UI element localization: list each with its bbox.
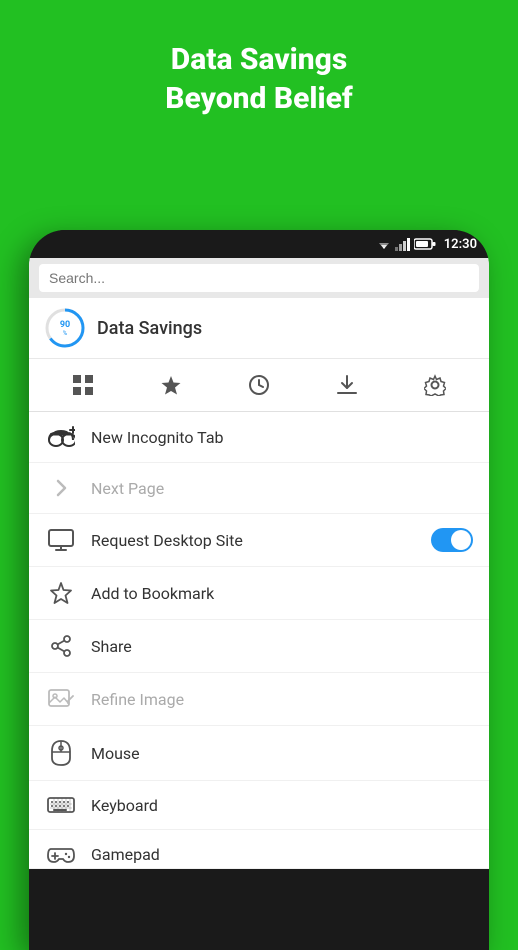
- star-icon: [160, 374, 182, 396]
- svg-text:%: %: [63, 330, 68, 337]
- header-title-line1: Data Savings: [171, 42, 347, 77]
- grid-icon-button[interactable]: [65, 367, 101, 403]
- share-icon: [45, 634, 77, 658]
- menu-item-next-page[interactable]: Next Page: [29, 463, 489, 514]
- request-desktop-site-label: Request Desktop Site: [91, 531, 431, 550]
- clock-icon: [248, 374, 270, 396]
- desktop-icon: [45, 529, 77, 551]
- menu-item-request-desktop-site[interactable]: Request Desktop Site: [29, 514, 489, 567]
- settings-icon-button[interactable]: [417, 367, 453, 403]
- gamepad-label: Gamepad: [91, 845, 473, 864]
- search-bar-row: [29, 258, 489, 298]
- incognito-icon: [45, 426, 77, 448]
- chevron-right-icon: [45, 477, 77, 499]
- download-icon: [336, 374, 358, 396]
- menu-item-share[interactable]: Share: [29, 620, 489, 673]
- download-icon-button[interactable]: [329, 367, 365, 403]
- gear-icon: [424, 374, 446, 396]
- signal-icon: [395, 237, 411, 251]
- search-input[interactable]: [39, 264, 479, 292]
- status-icons: [376, 237, 436, 251]
- menu-item-new-incognito-tab[interactable]: New Incognito Tab: [29, 412, 489, 463]
- data-savings-header: 90 % Data Savings: [29, 298, 489, 359]
- keyboard-label: Keyboard: [91, 796, 473, 815]
- battery-icon: [414, 237, 436, 251]
- keyboard-icon: [45, 795, 77, 815]
- svg-text:90: 90: [60, 320, 70, 330]
- history-icon-button[interactable]: [241, 367, 277, 403]
- request-desktop-toggle[interactable]: [431, 528, 473, 552]
- savings-badge: 90 %: [43, 306, 87, 350]
- menu-item-mouse[interactable]: Mouse: [29, 726, 489, 781]
- status-time: 12:30: [444, 237, 477, 252]
- menu-item-add-bookmark[interactable]: Add to Bookmark: [29, 567, 489, 620]
- gamepad-icon: [45, 844, 77, 864]
- add-bookmark-label: Add to Bookmark: [91, 584, 473, 603]
- bookmarks-icon-button[interactable]: [153, 367, 189, 403]
- wifi-icon: [376, 237, 392, 251]
- grid-icon: [72, 374, 94, 396]
- mouse-label: Mouse: [91, 744, 473, 763]
- phone-mockup: 12:30 90 % Dat: [29, 230, 489, 950]
- menu-list: New Incognito Tab Next Page: [29, 412, 489, 869]
- star-outline-icon: [45, 581, 77, 605]
- menu-item-gamepad[interactable]: Gamepad: [29, 830, 489, 869]
- header: Data Savings Beyond Belief: [0, 0, 518, 138]
- refine-image-icon: [45, 687, 77, 711]
- refine-image-label: Refine Image: [91, 690, 473, 709]
- new-incognito-tab-label: New Incognito Tab: [91, 428, 473, 447]
- toolbar: [29, 359, 489, 412]
- status-bar: 12:30: [29, 230, 489, 258]
- phone-body: 12:30 90 % Dat: [29, 230, 489, 950]
- menu-item-refine-image[interactable]: Refine Image: [29, 673, 489, 726]
- share-label: Share: [91, 637, 473, 656]
- browser-chrome: 90 % Data Savings: [29, 258, 489, 869]
- header-title-line2: Beyond Belief: [165, 81, 352, 116]
- menu-item-keyboard[interactable]: Keyboard: [29, 781, 489, 830]
- mouse-icon: [45, 740, 77, 766]
- next-page-label: Next Page: [91, 479, 473, 498]
- data-savings-title: Data Savings: [97, 318, 202, 339]
